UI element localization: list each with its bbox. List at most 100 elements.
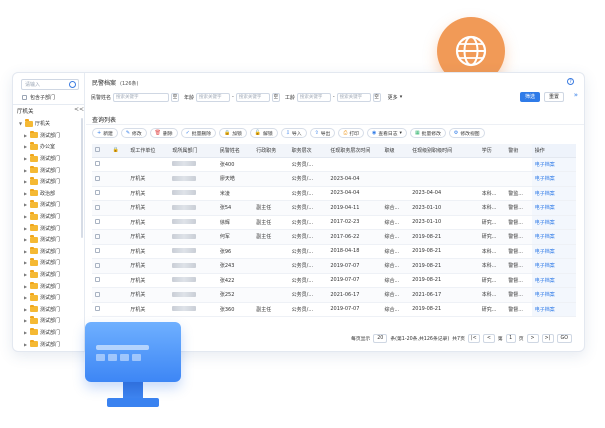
cell-op[interactable]: 电子档案 — [531, 215, 576, 230]
search-icon[interactable] — [69, 81, 76, 88]
table-row[interactable]: 厅机关 张54 副主任 公务员/... 2019-04-11 综合... 2023-01-1… — [92, 200, 576, 216]
column-header[interactable]: 行政职务 — [253, 144, 289, 158]
cell-op[interactable]: 电子档案 — [531, 186, 576, 201]
cell-op[interactable]: 电子档案 — [531, 258, 576, 274]
chevron-right-icon[interactable]: ▶ — [23, 226, 28, 231]
toolbar-button[interactable]: ⎙ 打印 — [338, 128, 364, 138]
column-header[interactable]: 学历 — [478, 144, 506, 158]
electronic-file-link[interactable]: 电子档案 — [535, 162, 555, 168]
electronic-file-link[interactable]: 电子档案 — [535, 249, 555, 255]
row-checkbox-cell[interactable] — [92, 273, 110, 288]
table-row[interactable]: 厅机关 张422 公务员/... 2019-07-07 综合... 2019-08-21 研… — [92, 273, 576, 288]
table-row[interactable]: 厅机关 张252 公务员/... 2021-06-17 综合... 2021-06-17 本… — [92, 287, 576, 303]
filter-input-max[interactable]: 搜索关键字 — [336, 92, 371, 102]
sidebar-root-label[interactable]: 厅机关 — [17, 107, 34, 115]
cell-op[interactable]: 电子档案 — [531, 287, 576, 303]
row-checkbox[interactable] — [95, 233, 100, 239]
chevron-right-icon[interactable]: ▶ — [23, 156, 28, 161]
table-row[interactable]: 厅机关 张360 副主任 公务员/... 2019-07-07 综合... 2019-08-… — [92, 302, 576, 317]
toolbar-button[interactable]: 🔓 解锁 — [249, 128, 278, 138]
chevron-right-icon[interactable]: ▶ — [23, 133, 28, 138]
electronic-file-link[interactable]: 电子档案 — [535, 292, 555, 298]
cell-op[interactable]: 电子档案 — [531, 244, 576, 259]
tree-node[interactable]: ▶ 测试部门 — [18, 327, 82, 339]
toolbar-button[interactable]: ✓ 批量删除 — [180, 128, 216, 138]
column-header[interactable]: 警衔 — [505, 144, 532, 158]
row-checkbox[interactable] — [95, 277, 100, 283]
cell-op[interactable]: 电子档案 — [531, 157, 576, 172]
chevron-down-icon[interactable]: ▼ — [18, 121, 23, 126]
column-header[interactable]: 操作 — [531, 144, 576, 158]
tree-node[interactable]: ▶ 测试部门 — [18, 280, 82, 292]
chevron-right-icon[interactable]: ▶ — [23, 179, 28, 184]
tree-node[interactable]: ▶ 测试部门 — [18, 211, 82, 223]
row-checkbox[interactable] — [95, 306, 100, 312]
first-page-button[interactable]: |< — [467, 334, 480, 343]
tree-node[interactable]: ▶ 测试部门 — [18, 315, 82, 327]
tree-node[interactable]: ▶ 测试部门 — [18, 130, 82, 142]
electronic-file-link[interactable]: 电子档案 — [535, 220, 555, 226]
row-checkbox-cell[interactable] — [92, 186, 110, 201]
chevron-right-icon[interactable]: ▶ — [23, 272, 28, 277]
chevron-right-icon[interactable]: ▶ — [23, 249, 28, 254]
reset-button[interactable]: 重置 — [544, 92, 564, 102]
electronic-file-link[interactable]: 电子档案 — [535, 263, 555, 269]
column-header[interactable]: 职务层次 — [288, 144, 328, 158]
toolbar-button[interactable]: 🗑 删除 — [149, 128, 178, 138]
row-checkbox-cell[interactable] — [92, 215, 110, 230]
table-row[interactable]: 厅机关 米凌 公务员/... 2023-04-04 2023-04-04 本科... 警监.… — [92, 186, 576, 201]
cell-op[interactable]: 电子档案 — [531, 273, 576, 288]
chevron-right-icon[interactable]: ▶ — [23, 284, 28, 289]
column-header[interactable]: 民警姓名 — [216, 144, 254, 158]
chevron-right-icon[interactable]: ▶ — [23, 237, 28, 242]
select-all-checkbox[interactable] — [95, 147, 100, 153]
more-filters-dropdown[interactable]: 更多 — [388, 94, 398, 101]
filter-button[interactable]: 筛选 — [520, 92, 540, 102]
filter-operator-select[interactable]: 空 — [171, 92, 180, 102]
row-checkbox[interactable] — [95, 161, 100, 167]
electronic-file-link[interactable]: 电子档案 — [535, 278, 555, 284]
toolbar-button[interactable]: ✎ 修改 — [120, 128, 147, 138]
table-row[interactable]: 厅机关 徐辉 副主任 公务员/... 2017-02-23 综合... 2023-01-10… — [92, 215, 576, 230]
electronic-file-link[interactable]: 电子档案 — [535, 205, 555, 211]
expand-filters-icon[interactable]: » — [574, 91, 578, 99]
row-checkbox-cell[interactable] — [92, 229, 110, 245]
next-page-button[interactable]: > — [526, 334, 539, 343]
cell-op[interactable]: 电子档案 — [531, 171, 576, 187]
electronic-file-link[interactable]: 电子档案 — [535, 307, 555, 313]
filter-input[interactable]: 搜索关键字 — [196, 92, 231, 102]
column-header[interactable]: 现工作单位 — [127, 144, 170, 158]
chevron-right-icon[interactable]: ▶ — [23, 342, 28, 347]
toolbar-button[interactable]: ⇧ 导出 — [309, 128, 336, 138]
tree-node[interactable]: ▶ 测试部门 — [18, 246, 82, 258]
sidebar-scrollbar[interactable] — [81, 118, 83, 238]
filter-operator-select[interactable]: 空 — [372, 92, 381, 102]
chevron-right-icon[interactable]: ▶ — [23, 144, 28, 149]
toolbar-button[interactable]: ▦ 批量修改 — [409, 128, 446, 138]
chevron-right-icon[interactable]: ▶ — [23, 168, 28, 173]
filter-input-max[interactable]: 搜索关键字 — [235, 92, 270, 102]
column-header[interactable]: 任现职务层次时间 — [327, 144, 382, 158]
filter-input[interactable]: 搜索关键字 — [113, 92, 170, 102]
chevron-right-icon[interactable]: ▶ — [23, 295, 28, 300]
cell-op[interactable]: 电子档案 — [531, 229, 576, 245]
column-header[interactable]: 职级 — [381, 144, 410, 158]
prev-page-button[interactable]: < — [482, 334, 495, 343]
row-checkbox-cell[interactable] — [92, 200, 110, 216]
tree-node[interactable]: ▶ 办公室 — [18, 141, 82, 153]
help-icon[interactable]: ? — [567, 78, 574, 85]
include-child-toggle[interactable]: 包含子部门 — [22, 94, 55, 101]
chevron-right-icon[interactable]: ▶ — [23, 330, 28, 335]
row-checkbox[interactable] — [95, 248, 100, 254]
tree-node[interactable]: ▶ 测试部门 — [18, 292, 82, 304]
table-row[interactable]: 张400 公务员/... 电子档案 — [92, 157, 576, 172]
row-checkbox[interactable] — [95, 262, 100, 268]
row-checkbox[interactable] — [95, 204, 100, 210]
cell-op[interactable]: 电子档案 — [531, 200, 576, 216]
toolbar-button[interactable]: ◉ 查看日志 ▾ — [366, 128, 407, 138]
go-button[interactable]: GO — [556, 334, 572, 343]
tree-node[interactable]: ▼ 厅机关 — [18, 118, 82, 130]
chevron-down-icon[interactable]: ▾ — [400, 94, 403, 100]
tree-node[interactable]: ▶ 政治部 — [18, 188, 82, 200]
row-checkbox-cell[interactable] — [92, 258, 110, 274]
